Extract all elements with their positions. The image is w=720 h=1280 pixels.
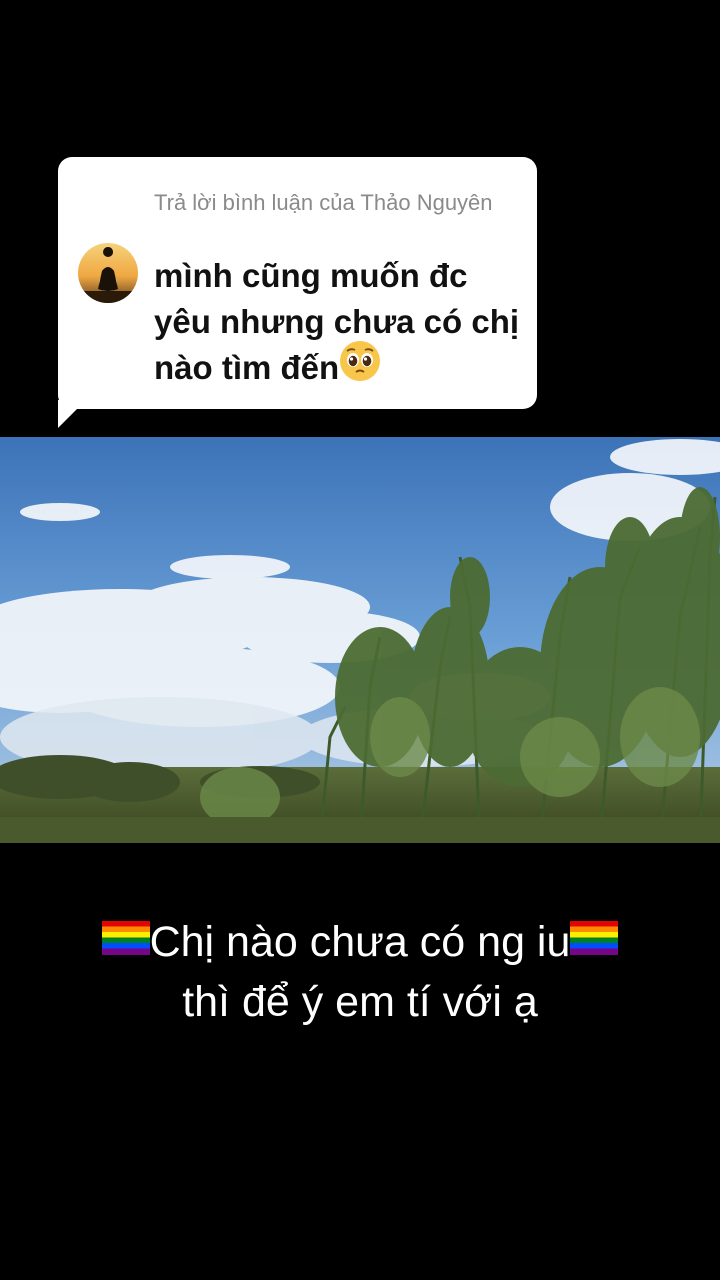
pleading-face-icon xyxy=(339,340,381,394)
caption-line-1: Chị nào chưa có ng iu xyxy=(0,912,720,972)
rainbow-flag-icon xyxy=(101,911,150,971)
reply-comment-card[interactable]: Trả lời bình luận của Thảo Nguyên mình c… xyxy=(58,157,537,409)
comment-body: mình cũng muốn đc yêu nhưng chưa có chị … xyxy=(154,257,520,386)
reply-card-tail xyxy=(58,400,86,428)
caption: Chị nào chưa có ng iu thì để ý em tí với… xyxy=(0,912,720,1032)
avatar xyxy=(78,243,138,303)
video-frame: Trả lời bình luận của Thảo Nguyên mình c… xyxy=(0,0,720,1280)
caption-text-1: Chị nào chưa có ng iu xyxy=(149,918,571,966)
comment-text: mình cũng muốn đc yêu nhưng chưa có chị … xyxy=(154,253,524,394)
caption-line-2: thì để ý em tí với ạ xyxy=(182,978,538,1026)
rainbow-flag-icon xyxy=(570,911,619,971)
video-photo xyxy=(0,437,720,843)
reply-header: Trả lời bình luận của Thảo Nguyên xyxy=(154,190,493,215)
